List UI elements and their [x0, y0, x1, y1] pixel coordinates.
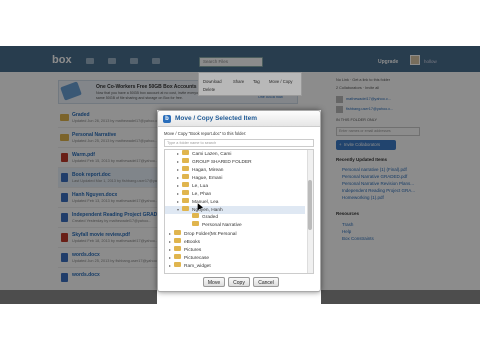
folder-icon — [174, 230, 181, 236]
folder-icon — [182, 182, 189, 188]
folder-icon — [174, 238, 181, 244]
folder-icon — [182, 150, 189, 156]
folder-icon — [174, 262, 181, 268]
tree-item[interactable]: ▸ Cami Lazen, Cami — [165, 150, 231, 158]
modal-overlay-menu — [198, 72, 302, 96]
folder-icon — [182, 206, 189, 212]
tree-item[interactable]: ▸ Le, Lua — [165, 182, 208, 190]
copy-button[interactable]: Copy — [228, 277, 250, 287]
tree-scrollbar-thumb[interactable] — [308, 180, 312, 230]
folder-icon — [192, 221, 199, 227]
folder-icon — [174, 254, 181, 260]
tree-item[interactable]: ▸ Manuel, Lea — [165, 198, 218, 206]
folder-icon — [182, 166, 189, 172]
folder-icon — [182, 198, 189, 204]
modal-overlay-bottom — [0, 290, 157, 304]
folder-icon — [182, 190, 189, 196]
folder-tree[interactable]: ▸ Cami Lazen, Cami ▸ GROUP SHARED FOLDER ▸… — [164, 149, 314, 274]
tree-item[interactable]: ▸ Hague, Emani — [165, 174, 222, 182]
tree-item[interactable]: ▸ Ram_widget — [165, 262, 211, 270]
tree-item[interactable]: ▸ Pictures — [165, 246, 201, 254]
tree-item[interactable]: ▸ Le, Phan — [165, 190, 211, 198]
letterbox-bottom — [0, 304, 480, 360]
dialog-subtitle: Move / Copy "Book report.doc" to this fo… — [164, 131, 247, 136]
dialog-title: Move / Copy Selected Item — [175, 115, 257, 122]
move-button[interactable]: Move — [203, 277, 225, 287]
folder-icon — [182, 158, 189, 164]
tree-item[interactable]: ▸ eBooks — [165, 238, 200, 246]
tree-item-selected[interactable]: ▾ Nguyen, Hanh — [165, 206, 305, 214]
modal-overlay-right — [321, 110, 480, 304]
tree-item[interactable]: ▸ Drop Folder(Mr.Personal — [165, 230, 237, 238]
modal-overlay-left — [0, 110, 157, 304]
tree-item[interactable]: ▸ GROUP SHARED FOLDER — [165, 158, 252, 166]
cancel-button[interactable]: Cancel — [253, 277, 279, 287]
box-b-icon: b — [163, 115, 171, 123]
folder-icon — [192, 213, 199, 219]
letterbox-top — [0, 0, 480, 46]
tree-item[interactable]: Personal Narrative — [165, 221, 242, 230]
folder-icon — [182, 174, 189, 180]
tree-item[interactable]: ▸ Hagan, Mirean — [165, 166, 223, 174]
tree-item[interactable]: ▸ Picturecase — [165, 254, 209, 262]
folder-search-input[interactable]: Type a folder name to search — [164, 139, 314, 147]
move-copy-dialog: b Move / Copy Selected Item Move / Copy … — [157, 110, 321, 292]
modal-overlay-bottom-right — [321, 290, 480, 304]
folder-icon — [174, 246, 181, 252]
